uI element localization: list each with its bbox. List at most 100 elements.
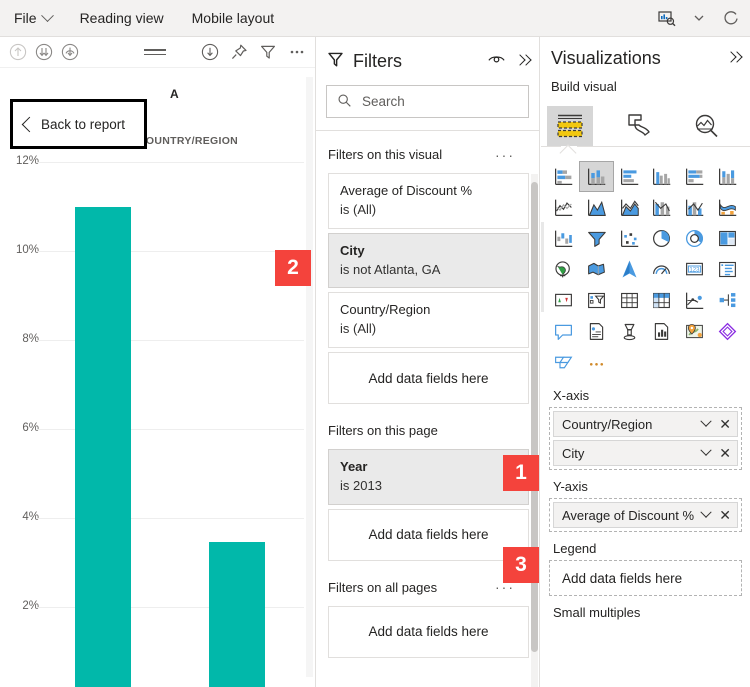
drag-handle-icon[interactable]: [140, 40, 170, 64]
line-and-stacked-column-chart-icon[interactable]: [645, 193, 678, 222]
field-pill[interactable]: City ✕: [553, 440, 738, 466]
analytics-tab[interactable]: [683, 106, 729, 146]
filters-dropzone[interactable]: Add data fields here: [328, 352, 529, 405]
filter-icon[interactable]: [256, 40, 280, 64]
slicer-icon[interactable]: [580, 286, 613, 315]
filters-search-input[interactable]: Search: [326, 85, 529, 118]
close-icon[interactable]: ✕: [719, 508, 731, 522]
filters-pane-header: Filters: [316, 37, 539, 85]
gridline: [36, 162, 304, 163]
close-icon[interactable]: ✕: [719, 417, 731, 431]
expand-hierarchy-icon[interactable]: [58, 40, 82, 64]
filter-card[interactable]: Average of Discount % is (All): [328, 173, 529, 229]
pin-visual-icon[interactable]: [227, 40, 251, 64]
funnel-chart-icon[interactable]: [580, 224, 613, 253]
area-chart-icon[interactable]: [580, 193, 613, 222]
close-icon[interactable]: ✕: [719, 446, 731, 460]
filters-header-actions: [487, 53, 531, 69]
filter-card[interactable]: Country/Region is (All): [328, 292, 529, 349]
menu-item-file[interactable]: File: [0, 0, 66, 36]
refresh-icon[interactable]: [716, 3, 746, 33]
back-to-report-label: Back to report: [41, 116, 126, 132]
field-pill[interactable]: Average of Discount % ✕: [553, 502, 738, 528]
decomposition-tree-icon[interactable]: [613, 317, 646, 346]
stacked-area-chart-icon[interactable]: [613, 193, 646, 222]
more-options-icon[interactable]: [285, 40, 309, 64]
chevron-down-icon[interactable]: [684, 3, 714, 33]
key-influencers-icon[interactable]: [711, 286, 744, 315]
treemap-icon[interactable]: [711, 224, 744, 253]
bar-usa[interactable]: [209, 542, 265, 687]
donut-chart-icon[interactable]: [678, 224, 711, 253]
format-visual-tab[interactable]: [615, 106, 661, 146]
table-icon[interactable]: [613, 286, 646, 315]
chevron-down-icon[interactable]: [700, 444, 712, 456]
svg-text:123: 123: [690, 266, 701, 273]
filled-map-icon[interactable]: [580, 255, 613, 284]
drill-down-icon[interactable]: [32, 40, 56, 64]
filters-section-title: Filters on all pages: [328, 579, 438, 595]
clustered-bar-chart-icon[interactable]: [613, 162, 646, 191]
q-and-a-icon[interactable]: [547, 317, 580, 346]
filter-card[interactable]: City is not Atlanta, GA: [328, 232, 529, 289]
bar-chart-plot[interactable]: 0%2%4%6%8%10%12% MexicoUSA: [0, 117, 315, 687]
drill-up-icon[interactable]: [6, 40, 30, 64]
filters-scroll-region: Filters on this visual ··· Average of Disc…: [316, 132, 539, 687]
well-x-axis[interactable]: Country/Region ✕ City ✕: [549, 407, 742, 470]
multi-row-card-icon[interactable]: [711, 255, 744, 284]
ellipsis-icon[interactable]: ···: [495, 580, 515, 594]
build-visual-tab[interactable]: [547, 106, 593, 146]
y-axis-tick-label: 12%: [15, 155, 39, 167]
menu-item-mobile-layout[interactable]: Mobile layout: [178, 0, 289, 36]
filters-dropzone[interactable]: Add data fields here: [328, 508, 529, 561]
ellipsis-icon[interactable]: ···: [495, 148, 515, 162]
well-y-axis[interactable]: Average of Discount % ✕: [549, 498, 742, 532]
gauge-icon[interactable]: [645, 255, 678, 284]
pie-chart-icon[interactable]: [645, 224, 678, 253]
scatter-chart-icon[interactable]: [613, 224, 646, 253]
power-automate-icon[interactable]: [547, 348, 580, 377]
top-menu-bar: File Reading view Mobile layout: [0, 0, 750, 37]
well-label-legend: Legend: [553, 541, 597, 556]
well-placeholder[interactable]: Add data fields here: [553, 564, 738, 592]
well-legend[interactable]: Add data fields here: [549, 560, 742, 596]
chevron-down-icon[interactable]: [700, 415, 712, 427]
field-pill[interactable]: Country/Region ✕: [553, 411, 738, 437]
explore-data-icon[interactable]: [652, 3, 682, 33]
100-stacked-bar-chart-icon[interactable]: [678, 162, 711, 191]
narrative-icon[interactable]: [645, 317, 678, 346]
ribbon-chart-icon[interactable]: [711, 193, 744, 222]
drill-mode-icon[interactable]: [198, 40, 222, 64]
clustered-column-chart-icon[interactable]: [645, 162, 678, 191]
double-chevron-right-icon[interactable]: [727, 51, 742, 65]
double-chevron-right-icon[interactable]: [516, 54, 531, 68]
chevron-down-icon[interactable]: [700, 506, 712, 518]
line-and-clustered-column-chart-icon[interactable]: [678, 193, 711, 222]
back-to-report-button[interactable]: Back to report: [10, 99, 147, 149]
paginated-report-icon[interactable]: [580, 317, 613, 346]
kpi-icon[interactable]: [547, 286, 580, 315]
paint-roller-icon: [628, 114, 650, 136]
power-apps-icon[interactable]: [711, 317, 744, 346]
matrix-icon[interactable]: [645, 286, 678, 315]
arcgis-map-icon[interactable]: [678, 317, 711, 346]
menu-item-reading-view[interactable]: Reading view: [66, 0, 178, 36]
filters-dropzone[interactable]: Add data fields here: [328, 605, 529, 658]
waterfall-chart-icon[interactable]: [547, 224, 580, 253]
canvas-vertical-scrollbar[interactable]: [306, 77, 313, 677]
azure-map-icon[interactable]: [613, 255, 646, 284]
line-chart-icon[interactable]: [547, 193, 580, 222]
stacked-column-chart-icon[interactable]: [578, 161, 614, 192]
eye-icon[interactable]: [487, 53, 506, 69]
y-axis-tick-label: 10%: [15, 244, 39, 256]
more-visuals-icon[interactable]: [580, 348, 613, 377]
100-stacked-column-chart-icon[interactable]: [711, 162, 744, 191]
stacked-bar-chart-icon[interactable]: [547, 162, 580, 191]
bar-mexico[interactable]: [75, 206, 131, 687]
filters-scrollbar-track[interactable]: [531, 174, 538, 687]
filter-card[interactable]: Year is 2013: [328, 449, 529, 505]
map-icon[interactable]: [547, 255, 580, 284]
r-script-visual-icon[interactable]: [678, 286, 711, 315]
filter-funnel-icon: [326, 50, 345, 72]
card-icon[interactable]: 123: [678, 255, 711, 284]
